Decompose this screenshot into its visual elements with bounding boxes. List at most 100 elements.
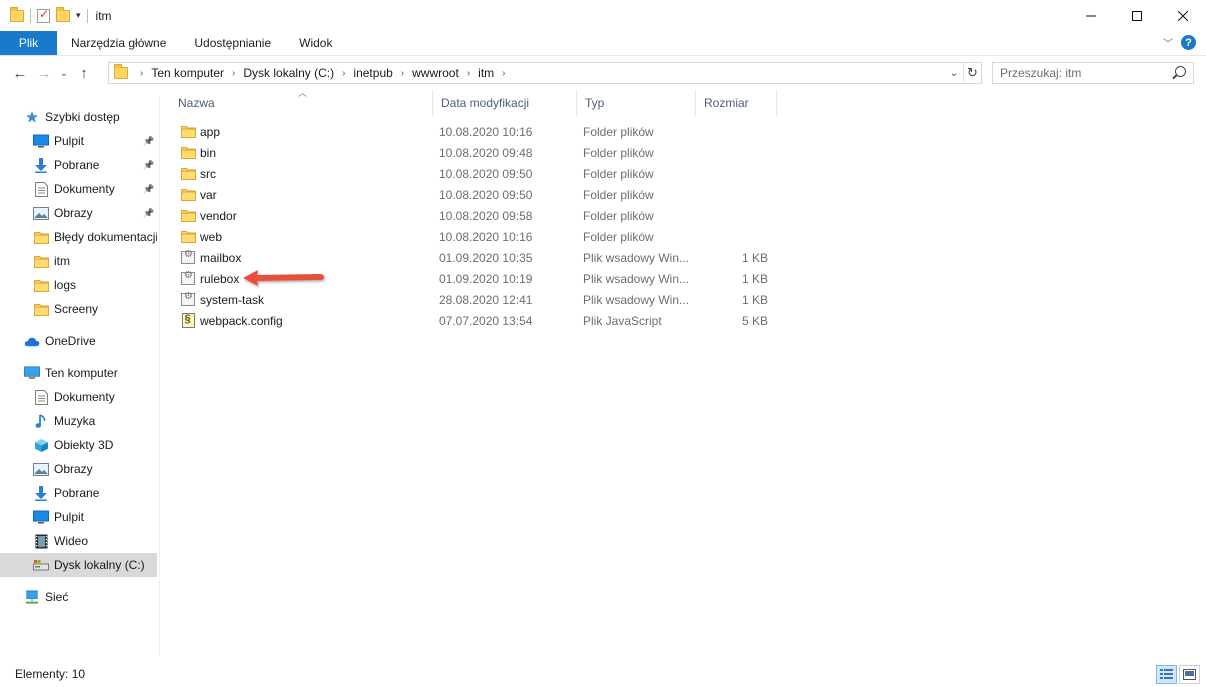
- forward-arrow-icon[interactable]: →: [32, 65, 56, 82]
- sidebar-item[interactable]: itm: [0, 249, 157, 273]
- refresh-icon[interactable]: ↻: [963, 63, 981, 83]
- file-list: ︿ Nazwa Data modyfikacji Typ Rozmiar app…: [170, 88, 1206, 660]
- search-input[interactable]: [993, 66, 1168, 80]
- sidebar-item[interactable]: Pobrane: [0, 481, 157, 505]
- minimize-button[interactable]: [1068, 0, 1114, 31]
- sidebar-item[interactable]: logs: [0, 273, 157, 297]
- file-name-cell[interactable]: webpack.config: [180, 310, 430, 331]
- desktop-icon: [33, 509, 49, 525]
- sidebar-item[interactable]: Obiekty 3D: [0, 433, 157, 457]
- chevron-right-icon[interactable]: ›: [467, 68, 470, 79]
- customize-toolbar-dropdown-icon[interactable]: ▾: [76, 11, 81, 20]
- pin-icon[interactable]: 📌: [143, 136, 154, 147]
- file-name-cell[interactable]: bin: [180, 142, 430, 163]
- maximize-button[interactable]: [1114, 0, 1160, 31]
- chevron-right-icon[interactable]: ›: [342, 68, 345, 79]
- column-name[interactable]: Nazwa: [170, 90, 433, 116]
- navigation-pane-divider: [159, 96, 160, 656]
- sidebar-item[interactable]: Pulpit 📌: [0, 129, 157, 153]
- chevron-right-icon[interactable]: ›: [232, 68, 235, 79]
- pin-icon[interactable]: 📌: [143, 160, 154, 171]
- column-date-modified[interactable]: Data modyfikacji: [433, 90, 577, 116]
- file-name-cell[interactable]: mailbox: [180, 247, 430, 268]
- file-row[interactable]: src 10.08.2020 09:50 Folder plików: [170, 163, 790, 184]
- sidebar-item[interactable]: Screeny: [0, 297, 157, 321]
- sidebar-item[interactable]: OneDrive: [0, 329, 96, 353]
- search-box[interactable]: [992, 62, 1194, 84]
- file-row[interactable]: vendor 10.08.2020 09:58 Folder plików: [170, 205, 790, 226]
- chevron-right-icon[interactable]: ›: [140, 68, 143, 79]
- pin-icon[interactable]: 📌: [143, 208, 154, 219]
- file-row[interactable]: var 10.08.2020 09:50 Folder plików: [170, 184, 790, 205]
- help-icon[interactable]: ?: [1181, 35, 1196, 50]
- video-icon: [33, 533, 49, 549]
- breadcrumb-inetpub[interactable]: inetpub: [353, 66, 392, 80]
- file-row[interactable]: app 10.08.2020 10:16 Folder plików: [170, 121, 790, 142]
- details-view-button[interactable]: [1156, 665, 1177, 684]
- file-name-cell[interactable]: web: [180, 226, 430, 247]
- large-icons-view-button[interactable]: [1179, 665, 1200, 684]
- sidebar-item[interactable]: Dokumenty 📌: [0, 177, 157, 201]
- recent-locations-chevron-icon[interactable]: ⌄: [56, 68, 72, 79]
- properties-icon[interactable]: [37, 7, 50, 23]
- address-dropdown-icon[interactable]: ⌄: [945, 68, 963, 79]
- address-bar[interactable]: › Ten komputer › Dysk lokalny (C:) › ine…: [108, 62, 982, 84]
- file-row[interactable]: bin 10.08.2020 09:48 Folder plików: [170, 142, 790, 163]
- file-name-cell[interactable]: app: [180, 121, 430, 142]
- sidebar-item[interactable]: Pobrane 📌: [0, 153, 157, 177]
- file-name: vendor: [200, 208, 237, 223]
- sidebar-item[interactable]: Szybki dostęp: [0, 105, 120, 129]
- breadcrumb-this-pc[interactable]: Ten komputer: [151, 66, 224, 80]
- back-arrow-icon[interactable]: ←: [8, 65, 32, 82]
- network-icon: [24, 589, 40, 605]
- tab-home[interactable]: Narzędzia główne: [57, 31, 180, 55]
- tab-view[interactable]: Widok: [285, 31, 346, 55]
- file-name: webpack.config: [200, 313, 283, 328]
- drive-icon: [33, 557, 49, 573]
- breadcrumb-wwwroot[interactable]: wwwroot: [412, 66, 459, 80]
- file-name-cell[interactable]: system-task: [180, 289, 430, 310]
- chevron-right-icon[interactable]: ›: [401, 68, 404, 79]
- sidebar-item[interactable]: Błędy dokumentacji: [0, 225, 157, 249]
- file-name-cell[interactable]: var: [180, 184, 430, 205]
- chevron-right-icon[interactable]: ›: [502, 68, 505, 79]
- sidebar-item[interactable]: Obrazy 📌: [0, 201, 157, 225]
- file-row[interactable]: webpack.config 07.07.2020 13:54 Plik JavaS…: [170, 310, 790, 331]
- pin-icon[interactable]: 📌: [143, 184, 154, 195]
- sidebar-item[interactable]: Sieć: [0, 585, 68, 609]
- column-size[interactable]: Rozmiar: [696, 90, 777, 116]
- file-row[interactable]: web 10.08.2020 10:16 Folder plików: [170, 226, 790, 247]
- file-date: 10.08.2020 10:16: [439, 229, 533, 244]
- new-folder-icon[interactable]: [56, 6, 70, 22]
- tab-file[interactable]: Plik: [0, 31, 57, 55]
- window-title: itm: [95, 8, 112, 23]
- sidebar-item-label: Pulpit: [54, 510, 85, 524]
- file-name-cell[interactable]: vendor: [180, 205, 430, 226]
- file-row[interactable]: system-task 28.08.2020 12:41 Plik wsadowy …: [170, 289, 790, 310]
- tab-share[interactable]: Udostępnianie: [180, 31, 285, 55]
- file-date: 10.08.2020 10:16: [439, 124, 533, 139]
- sidebar-item[interactable]: Obrazy: [0, 457, 157, 481]
- sidebar-item[interactable]: Wideo: [0, 529, 157, 553]
- sidebar-item[interactable]: Dysk lokalny (C:): [0, 553, 157, 577]
- close-button[interactable]: [1160, 0, 1206, 31]
- search-icon[interactable]: [1175, 66, 1186, 77]
- sidebar-item[interactable]: Pulpit: [0, 505, 157, 529]
- breadcrumb-local-disk[interactable]: Dysk lokalny (C:): [243, 66, 334, 80]
- file-name: rulebox: [200, 271, 240, 286]
- file-name-cell[interactable]: src: [180, 163, 430, 184]
- file-size: [697, 226, 768, 247]
- file-date: 07.07.2020 13:54: [439, 313, 533, 328]
- file-row[interactable]: mailbox 01.09.2020 10:35 Plik wsadowy Win.…: [170, 247, 790, 268]
- sidebar-item-label: Wideo: [54, 534, 89, 548]
- sidebar-item[interactable]: Muzyka: [0, 409, 157, 433]
- sidebar-item[interactable]: Ten komputer: [0, 361, 118, 385]
- folder-icon: [180, 166, 196, 182]
- column-type[interactable]: Typ: [577, 90, 696, 116]
- folder-icon: [33, 253, 49, 269]
- folder-icon: [33, 229, 49, 245]
- expand-ribbon-icon[interactable]: ﹀: [1163, 35, 1173, 50]
- sidebar-item[interactable]: Dokumenty: [0, 385, 157, 409]
- breadcrumb-itm[interactable]: itm: [478, 66, 494, 80]
- up-arrow-icon[interactable]: ↑: [72, 65, 96, 82]
